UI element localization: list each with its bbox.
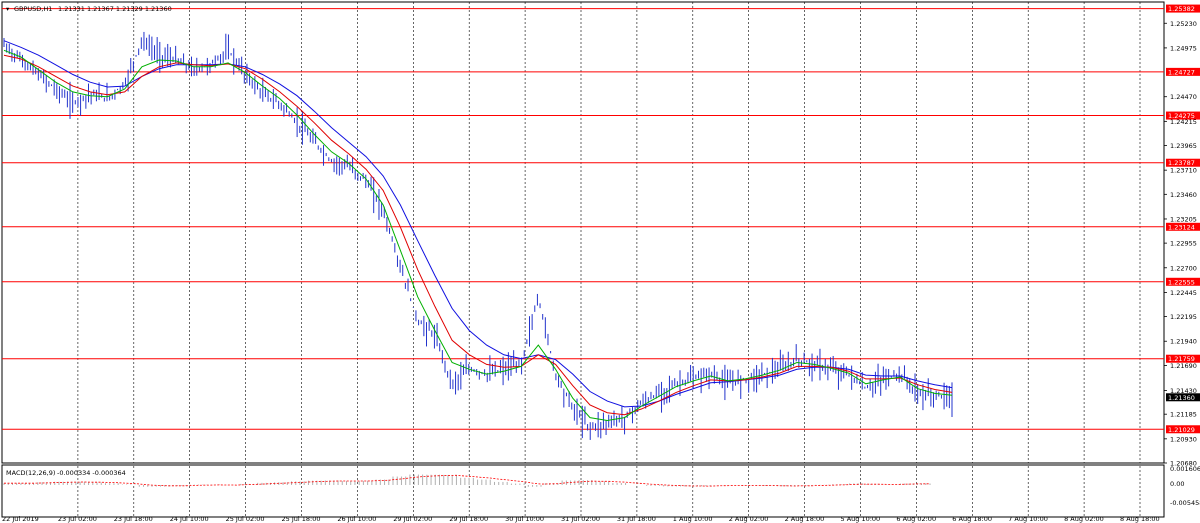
price-chart[interactable]: 1.253821.247271.242751.237871.231241.225…: [0, 0, 1200, 523]
level-price-label: 1.22555: [1168, 278, 1195, 286]
y-tick-label: 1.21430: [1170, 387, 1197, 395]
y-tick-label: 1.23710: [1170, 167, 1197, 175]
macd-panel-frame: [1, 464, 1165, 518]
y-tick-label: 1.25230: [1170, 20, 1197, 28]
y-tick-label: 1.22445: [1170, 289, 1197, 297]
x-tick-label: 23 Jul 18:00: [114, 515, 153, 523]
y-tick-label: 1.22700: [1170, 264, 1197, 272]
y-tick-label: 1.22195: [1170, 313, 1197, 321]
y-tick-label: 1.23460: [1170, 191, 1197, 199]
x-tick-label: 2 Aug 18:00: [785, 515, 825, 523]
time-axis: 22 Jul 2019 23 Jul 02:00 23 Jul 18:00 24 Ju…: [2, 515, 1160, 523]
level-price-label: 1.23124: [1168, 223, 1195, 231]
x-tick-label: 31 Jul 18:00: [617, 515, 656, 523]
x-tick-label: 26 Jul 10:00: [337, 515, 376, 523]
x-tick-label: 24 Jul 10:00: [170, 515, 209, 523]
x-tick-label: 29 Jul 18:00: [449, 515, 488, 523]
x-tick-label: 23 Jul 02:00: [58, 515, 97, 523]
y-tick-label: 1.24215: [1170, 118, 1197, 126]
level-price-label: 1.21029: [1168, 426, 1195, 434]
x-tick-label: 7 Aug 10:00: [1008, 515, 1048, 523]
y-tick-label: 1.23965: [1170, 142, 1197, 150]
y-tick-label: 1.23205: [1170, 215, 1197, 223]
main-chart-frame: [1, 1, 1165, 464]
y-tick-label: 1.22955: [1170, 240, 1197, 248]
x-tick-label: 25 Jul 18:00: [282, 515, 321, 523]
x-tick-label: 25 Jul 02:00: [226, 515, 265, 523]
y-tick-label: 1.21940: [1170, 338, 1197, 346]
y-tick-label: 1.24470: [1170, 93, 1197, 101]
macd-tick-label: 0.00: [1170, 480, 1184, 488]
symbol-label: GBPUSD,H1: [14, 5, 52, 13]
macd-tick-label: 0.001606: [1170, 465, 1200, 473]
macd-label: MACD(12,26,9): [6, 469, 55, 477]
level-price-label: 1.25382: [1168, 5, 1195, 13]
y-tick-label: 1.20930: [1170, 435, 1197, 443]
macd-values: -0.000334 -0.000364: [57, 469, 126, 477]
x-tick-label: 8 Aug 02:00: [1064, 515, 1104, 523]
ohlc-values: 1.21331 1.21367 1.21329 1.21360: [58, 5, 172, 13]
x-tick-label: 29 Jul 02:00: [393, 515, 432, 523]
price-axis: 1.25230 1.24975 1.24470 1.24215 1.23965 1.237…: [1164, 20, 1200, 507]
macd-tick-label: -0.005458: [1170, 499, 1200, 507]
x-tick-label: 5 Aug 10:00: [841, 515, 881, 523]
y-tick-label: 1.21185: [1170, 411, 1197, 419]
y-tick-label: 1.21690: [1170, 362, 1197, 370]
x-tick-label: 8 Aug 18:00: [1120, 515, 1160, 523]
x-tick-label: 6 Aug 02:00: [896, 515, 936, 523]
x-tick-label: 6 Aug 18:00: [952, 515, 992, 523]
x-tick-label: 1 Aug 10:00: [673, 515, 713, 523]
y-tick-label: 1.24975: [1170, 44, 1197, 52]
x-tick-label: 22 Jul 2019: [2, 515, 39, 523]
x-tick-label: 31 Jul 02:00: [561, 515, 600, 523]
x-tick-label: 2 Aug 02:00: [729, 515, 769, 523]
level-price-label: 1.24727: [1168, 68, 1195, 76]
x-tick-label: 30 Jul 10:00: [505, 515, 544, 523]
